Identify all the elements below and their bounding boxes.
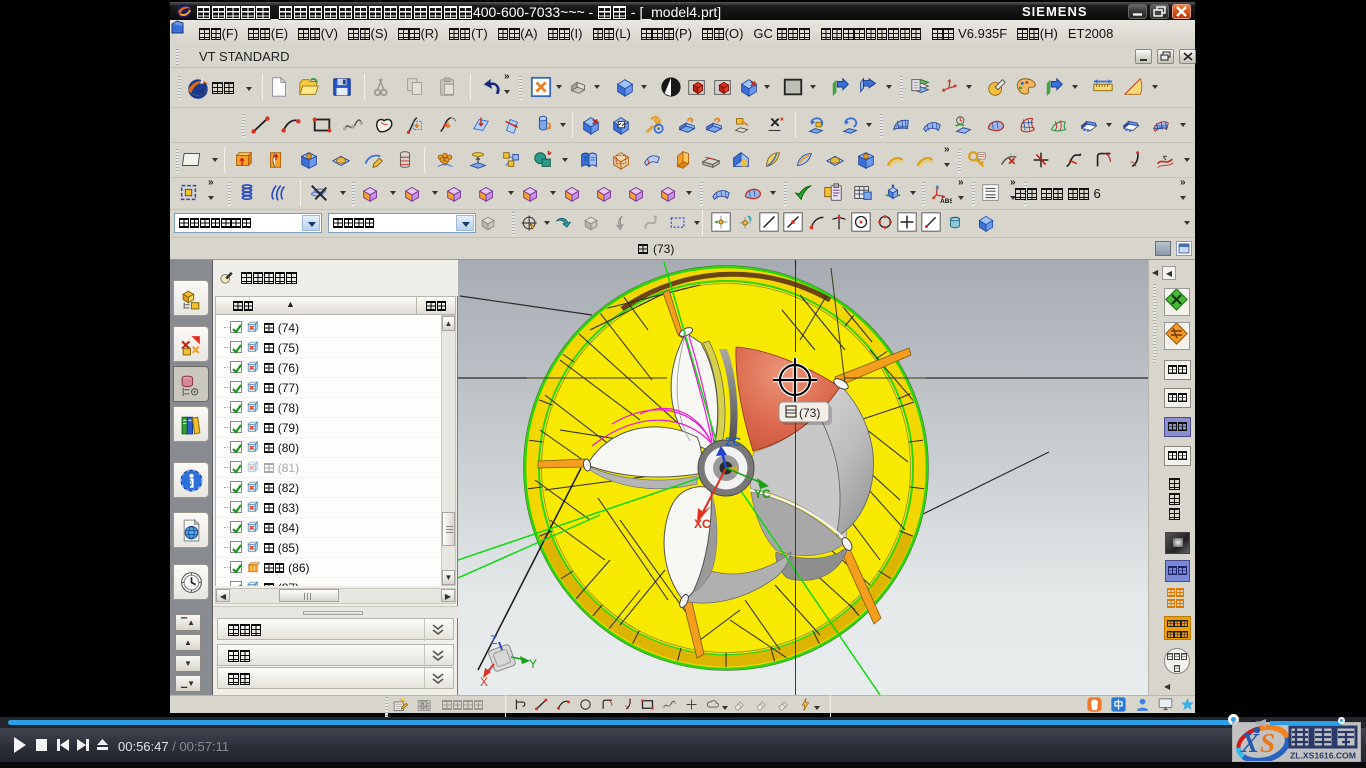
svg-text:X: X (480, 675, 488, 689)
svg-text:ZL.XS1616.COM: ZL.XS1616.COM (1290, 751, 1356, 761)
svg-text:XC: XC (694, 517, 711, 531)
svg-text:ZC: ZC (725, 435, 741, 449)
svg-text:(73): (73) (799, 406, 820, 420)
svg-text:X: X (1240, 728, 1260, 758)
svg-text:Y: Y (529, 657, 537, 671)
svg-text:YC: YC (754, 487, 771, 501)
svg-text:ABS: ABS (940, 198, 952, 204)
svg-text:Z: Z (490, 633, 497, 647)
svg-text:S: S (1260, 728, 1275, 758)
